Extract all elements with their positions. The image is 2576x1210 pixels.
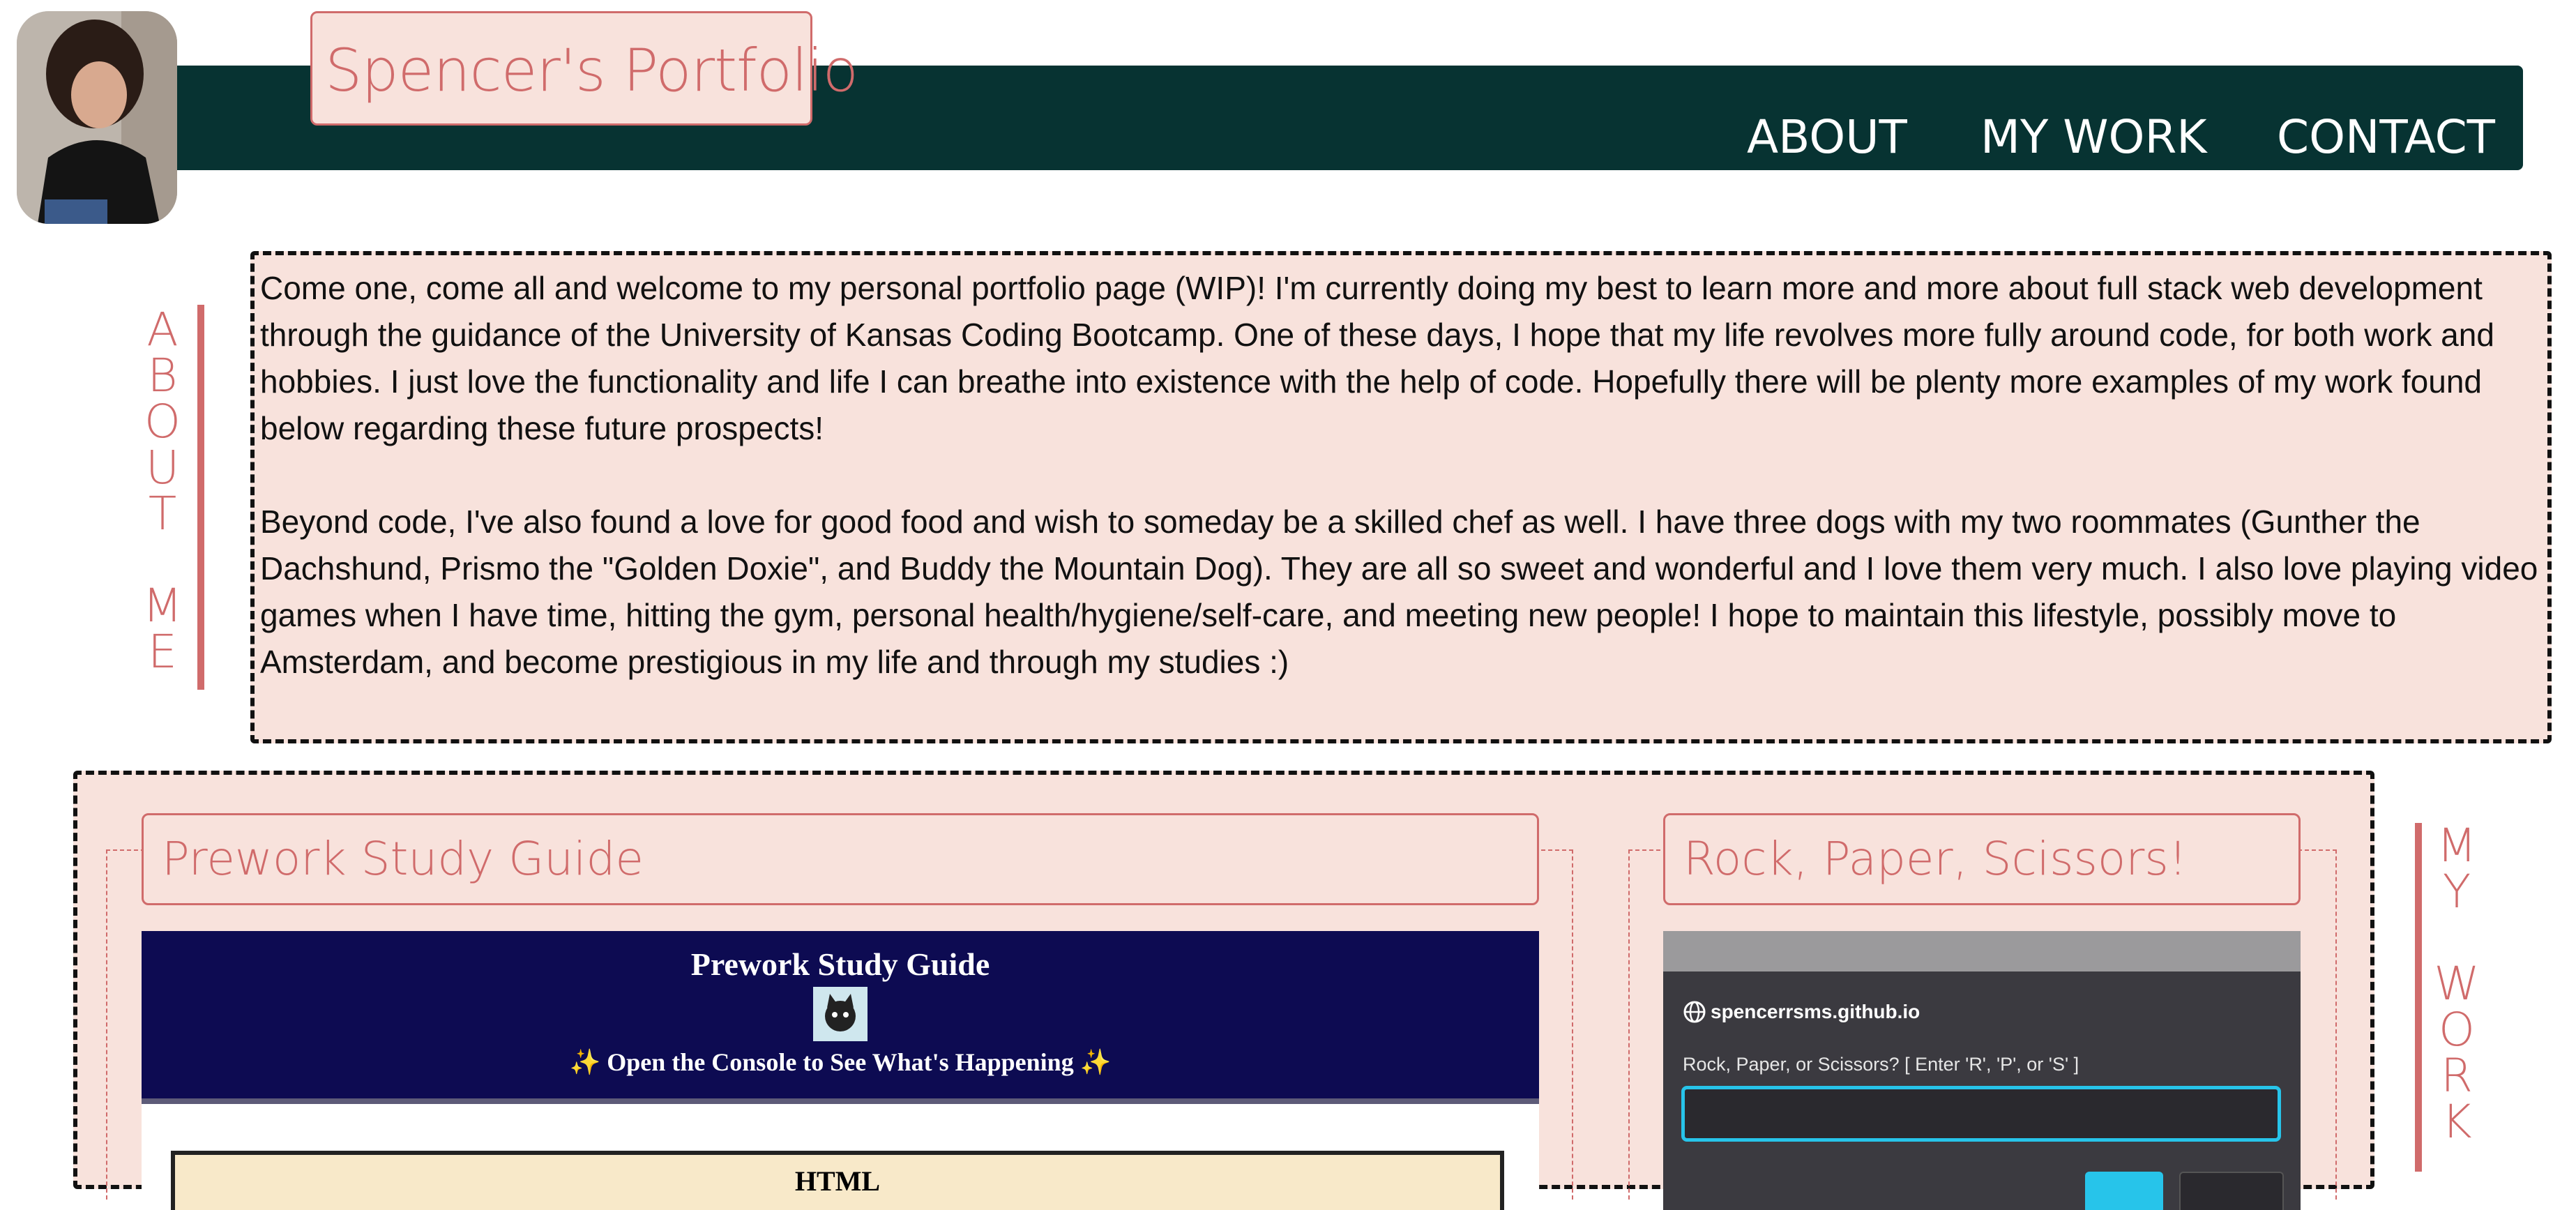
about-paragraph: Come one, come all and welcome to my per… — [260, 270, 2494, 446]
about-paragraph: Beyond code, I've also found a love for … — [260, 504, 2538, 680]
ok-button[interactable] — [2085, 1172, 2163, 1210]
rps-screenshot[interactable]: spencerrsms.github.io Rock, Paper, or Sc… — [1663, 931, 2301, 1210]
browser-topbar — [1663, 931, 2301, 971]
nav-about[interactable]: ABOUT — [1747, 110, 1907, 164]
rps-domain: spencerrsms.github.io — [1683, 999, 1920, 1024]
prework-banner: Prework Study Guide ✨ Open the Console t… — [142, 931, 1539, 1098]
rps-prompt: Rock, Paper, or Scissors? [ Enter 'R', '… — [1683, 1054, 2079, 1075]
about-section: Come one, come all and welcome to my per… — [250, 251, 2552, 743]
work-accent-bar — [2415, 823, 2422, 1172]
nav-my-work[interactable]: MY WORK — [1980, 110, 2207, 164]
prework-screenshot[interactable]: Prework Study Guide ✨ Open the Console t… — [142, 931, 1539, 1210]
cancel-button[interactable] — [2179, 1172, 2284, 1210]
project-title-rps[interactable]: Rock, Paper, Scissors! — [1663, 813, 2301, 905]
project-title-prework[interactable]: Prework Study Guide — [142, 813, 1539, 905]
prework-heading: Prework Study Guide — [690, 946, 990, 982]
site-title[interactable]: Spencer's Portfolio — [310, 11, 858, 126]
avatar — [17, 11, 177, 224]
prework-html-section: HTML — [171, 1151, 1504, 1210]
profile-photo — [17, 11, 177, 224]
my-work-label: M Y W O R K — [2434, 819, 2480, 1149]
cat-logo-icon — [813, 987, 867, 1041]
banner-divider — [142, 1098, 1539, 1104]
prework-subtitle: ✨ Open the Console to See What's Happeni… — [569, 1048, 1112, 1076]
nav-contact[interactable]: CONTACT — [2277, 110, 2495, 164]
about-me-label: A B O U T M E — [142, 303, 183, 679]
about-accent-bar — [197, 305, 204, 690]
rps-input[interactable] — [1681, 1086, 2281, 1142]
globe-icon — [1683, 1001, 1706, 1023]
